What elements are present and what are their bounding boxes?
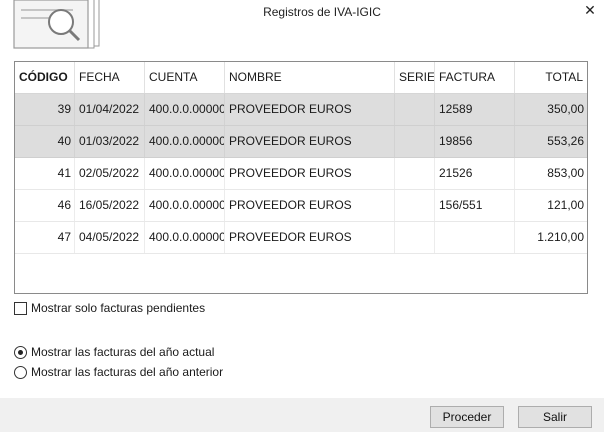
cell-cuenta: 400.0.0.00000 <box>145 222 225 253</box>
previous-year-label: Mostrar las facturas del año anterior <box>31 365 224 379</box>
cell-codigo: 46 <box>15 190 75 221</box>
cell-factura: 19856 <box>435 126 515 157</box>
cell-cuenta: 400.0.0.00000 <box>145 190 225 221</box>
cell-fecha: 01/03/2022 <box>75 126 145 157</box>
header-cuenta[interactable]: CUENTA <box>145 62 225 93</box>
cell-total: 853,00 <box>547 166 584 180</box>
cell-serie <box>395 190 435 221</box>
cell-cuenta: 400.0.0.00000 <box>145 158 225 189</box>
cell-codigo: 39 <box>15 94 75 125</box>
current-year-label: Mostrar las facturas del año actual <box>31 345 215 359</box>
table-row[interactable]: 39 01/04/2022 400.0.0.00000 PROVEEDOR EU… <box>15 94 587 126</box>
cell-cuenta: 400.0.0.00000 <box>145 94 225 125</box>
window-title: Registros de IVA-IGIC <box>263 5 381 19</box>
pending-only-checkbox[interactable] <box>14 301 27 315</box>
current-year-radio[interactable] <box>14 345 27 359</box>
cell-codigo: 40 <box>15 126 75 157</box>
header-total[interactable]: TOTAL <box>515 62 587 93</box>
cell-total: 1.210,00 <box>537 230 584 244</box>
cell-serie <box>395 126 435 157</box>
proceed-button[interactable]: Proceder <box>430 406 504 428</box>
cell-nombre: PROVEEDOR EUROS <box>225 94 395 125</box>
cell-factura: 156/551 <box>435 190 515 221</box>
invoice-grid[interactable]: CÓDIGO FECHA CUENTA NOMBRE SERIE FACTURA… <box>14 61 588 294</box>
cell-total: 553,26 <box>547 134 584 148</box>
cell-cuenta: 400.0.0.00000 <box>145 126 225 157</box>
cell-fecha: 01/04/2022 <box>75 94 145 125</box>
cell-serie <box>395 222 435 253</box>
cell-nombre: PROVEEDOR EUROS <box>225 190 395 221</box>
previous-year-option[interactable]: Mostrar las facturas del año anterior <box>14 365 223 379</box>
header-serie[interactable]: SERIE <box>395 62 435 93</box>
cell-fecha: 02/05/2022 <box>75 158 145 189</box>
header-nombre[interactable]: NOMBRE <box>225 62 395 93</box>
current-year-option[interactable]: Mostrar las facturas del año actual <box>14 345 214 359</box>
cell-codigo: 41 <box>15 158 75 189</box>
header-fecha[interactable]: FECHA <box>75 62 145 93</box>
cell-factura <box>435 222 515 253</box>
cell-nombre: PROVEEDOR EUROS <box>225 158 395 189</box>
header-factura[interactable]: FACTURA <box>435 62 515 93</box>
cell-serie <box>395 94 435 125</box>
dialog-footer: Proceder Salir <box>0 398 604 432</box>
cell-codigo: 47 <box>15 222 75 253</box>
cell-factura: 12589 <box>435 94 515 125</box>
table-row[interactable]: 47 04/05/2022 400.0.0.00000 PROVEEDOR EU… <box>15 222 587 254</box>
close-icon[interactable]: ✕ <box>580 0 600 20</box>
cell-nombre: PROVEEDOR EUROS <box>225 222 395 253</box>
cell-fecha: 04/05/2022 <box>75 222 145 253</box>
cell-fecha: 16/05/2022 <box>75 190 145 221</box>
pending-only-option[interactable]: Mostrar solo facturas pendientes <box>14 301 205 315</box>
pending-only-label: Mostrar solo facturas pendientes <box>31 301 206 315</box>
exit-button[interactable]: Salir <box>518 406 592 428</box>
header-codigo[interactable]: CÓDIGO <box>15 62 75 93</box>
table-row[interactable]: 40 01/03/2022 400.0.0.00000 PROVEEDOR EU… <box>15 126 587 158</box>
cell-serie <box>395 158 435 189</box>
table-row[interactable]: 41 02/05/2022 400.0.0.00000 PROVEEDOR EU… <box>15 158 587 190</box>
cell-total: 350,00 <box>547 102 584 116</box>
cell-factura: 21526 <box>435 158 515 189</box>
cell-nombre: PROVEEDOR EUROS <box>225 126 395 157</box>
table-row[interactable]: 46 16/05/2022 400.0.0.00000 PROVEEDOR EU… <box>15 190 587 222</box>
previous-year-radio[interactable] <box>14 365 27 379</box>
cell-total: 121,00 <box>547 198 584 212</box>
grid-header: CÓDIGO FECHA CUENTA NOMBRE SERIE FACTURA… <box>15 62 587 94</box>
